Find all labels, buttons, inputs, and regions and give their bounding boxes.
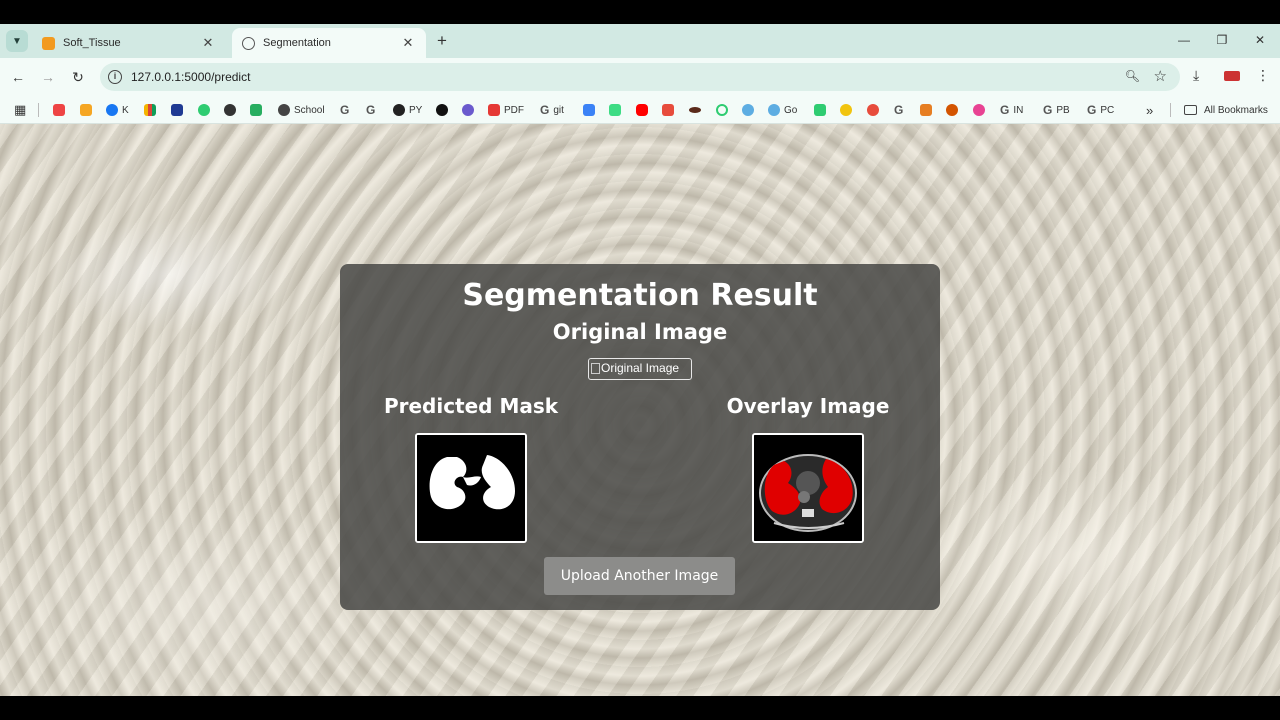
tab-search-icon[interactable]: ▼ — [6, 30, 28, 52]
reload-icon[interactable]: ↻ — [68, 67, 88, 87]
google-icon[interactable]: G — [366, 102, 379, 118]
bookmark-label: Go — [784, 104, 798, 116]
toolbar: ← → ↻ i 127.0.0.1:5000/predict 🔍︎ ☆ ⤓ ⋮ — [0, 58, 1280, 96]
tab-strip: ▼ Soft_Tissue ✕ Segmentation ✕ + — ❐ ✕ — [0, 24, 1280, 58]
bookmark-icon[interactable] — [436, 102, 452, 118]
bookmark-label: K — [122, 104, 129, 116]
original-image-heading: Original Image — [552, 320, 728, 344]
facebook-icon — [106, 104, 118, 116]
bookmark-icon[interactable] — [462, 102, 478, 118]
more-bookmarks-button[interactable]: » — [1146, 102, 1153, 118]
upload-another-image-button[interactable]: Upload Another Image — [544, 557, 735, 595]
folder-icon — [1184, 105, 1197, 115]
bookmark-label: PDF — [504, 104, 524, 116]
overlay-image — [752, 433, 864, 543]
bookmark-label: git — [553, 104, 564, 116]
page-title: Segmentation Result — [462, 278, 818, 313]
broken-image-icon — [591, 363, 600, 375]
divider — [1170, 103, 1171, 117]
original-image-alt: Original Image — [601, 361, 680, 375]
bookmark-icon[interactable] — [198, 102, 214, 118]
globe-icon — [278, 104, 290, 116]
original-image: Original Image — [588, 358, 692, 380]
window-close-icon[interactable]: ✕ — [1248, 30, 1272, 50]
bookmark-pc[interactable]: G PC — [1087, 102, 1114, 118]
divider — [38, 103, 39, 117]
browser-window: ▼ Soft_Tissue ✕ Segmentation ✕ + — ❐ ✕ ←… — [0, 24, 1280, 696]
google-icon[interactable]: G — [894, 102, 907, 118]
pdf-icon — [488, 104, 500, 116]
result-card: Segmentation Result Original Image Origi… — [340, 264, 940, 610]
bookmark-icon[interactable] — [867, 102, 883, 118]
bookmark-icon[interactable] — [946, 102, 962, 118]
video-frame: ▼ Soft_Tissue ✕ Segmentation ✕ + — ❐ ✕ ←… — [0, 0, 1280, 720]
predicted-mask-image — [415, 433, 527, 543]
bookmark-icon[interactable] — [53, 102, 69, 118]
bookmark-icon[interactable] — [250, 102, 266, 118]
bookmark-icon[interactable] — [840, 102, 856, 118]
bookmark-icon[interactable] — [171, 102, 187, 118]
heart-icon — [768, 104, 780, 116]
bookmark-icon[interactable] — [920, 102, 936, 118]
bookmark-icon[interactable] — [716, 102, 732, 118]
bookmark-icon[interactable] — [636, 102, 652, 118]
bookmark-pb[interactable]: G PB — [1043, 102, 1070, 118]
url-text[interactable]: 127.0.0.1:5000/predict — [131, 70, 250, 84]
bookmarks-bar: ▦ K School G G PY PDF Ggit Go G G IN G PB — [0, 96, 1280, 124]
minimize-icon[interactable]: — — [1172, 30, 1196, 50]
menu-icon[interactable]: ⋮ — [1256, 67, 1270, 84]
bookmark-label: PB — [1056, 104, 1070, 116]
tab-soft-tissue[interactable]: Soft_Tissue ✕ — [32, 28, 226, 58]
bookmark-icon[interactable] — [609, 102, 625, 118]
bookmark-git[interactable]: Ggit — [540, 102, 564, 118]
bookmark-pdf[interactable]: PDF — [488, 102, 524, 118]
page-background: Segmentation Result Original Image Origi… — [0, 124, 1280, 696]
bookmark-icon[interactable] — [662, 102, 678, 118]
bookmark-icon[interactable] — [973, 102, 989, 118]
bookmark-icon[interactable] — [689, 102, 705, 118]
bookmark-icon[interactable] — [814, 102, 830, 118]
restore-icon[interactable]: ❐ — [1210, 30, 1234, 50]
google-icon[interactable]: G — [340, 102, 353, 118]
all-bookmarks-label: All Bookmarks — [1204, 104, 1268, 116]
bookmark-school[interactable]: School — [278, 102, 325, 118]
extension-icon[interactable] — [1224, 71, 1240, 81]
bookmark-in[interactable]: G IN — [1000, 102, 1023, 118]
orange-page-icon — [42, 36, 55, 50]
tab-segmentation[interactable]: Segmentation ✕ — [232, 28, 426, 58]
github-icon — [393, 104, 405, 116]
bookmark-label: School — [294, 104, 325, 116]
bookmark-label: IN — [1013, 104, 1024, 116]
tab-title: Segmentation — [263, 37, 331, 49]
site-info-icon[interactable]: i — [108, 70, 122, 84]
forward-icon[interactable]: → — [38, 67, 58, 87]
bookmark-go[interactable]: Go — [768, 102, 797, 118]
all-bookmarks-button[interactable]: All Bookmarks — [1184, 102, 1268, 118]
bookmark-label: PY — [409, 104, 423, 116]
address-bar[interactable]: i 127.0.0.1:5000/predict 🔍︎ ☆ — [100, 63, 1180, 91]
bookmark-icon[interactable] — [742, 102, 758, 118]
back-icon[interactable]: ← — [8, 67, 28, 87]
download-icon[interactable]: ⤓ — [1193, 67, 1199, 84]
overlay-image-heading: Overlay Image — [726, 394, 890, 418]
zoom-icon[interactable]: 🔍︎ — [1125, 69, 1140, 83]
bookmark-icon[interactable] — [144, 102, 160, 118]
new-tab-button[interactable]: + — [432, 31, 452, 51]
bookmark-icon[interactable] — [224, 102, 240, 118]
bookmark-star-icon[interactable]: ☆ — [1154, 67, 1167, 85]
bookmark-py[interactable]: PY — [393, 102, 422, 118]
bookmark-label: PC — [1100, 104, 1115, 116]
globe-icon — [242, 36, 255, 50]
predicted-mask-heading: Predicted Mask — [383, 394, 559, 418]
tab-title: Soft_Tissue — [63, 37, 121, 49]
apps-grid-icon[interactable]: ▦ — [14, 102, 26, 118]
bookmark-facebook[interactable]: K — [106, 102, 129, 118]
bookmark-icon[interactable] — [583, 102, 599, 118]
close-icon[interactable]: ✕ — [400, 35, 416, 51]
bookmark-icon[interactable] — [80, 102, 96, 118]
close-icon[interactable]: ✕ — [200, 35, 216, 51]
